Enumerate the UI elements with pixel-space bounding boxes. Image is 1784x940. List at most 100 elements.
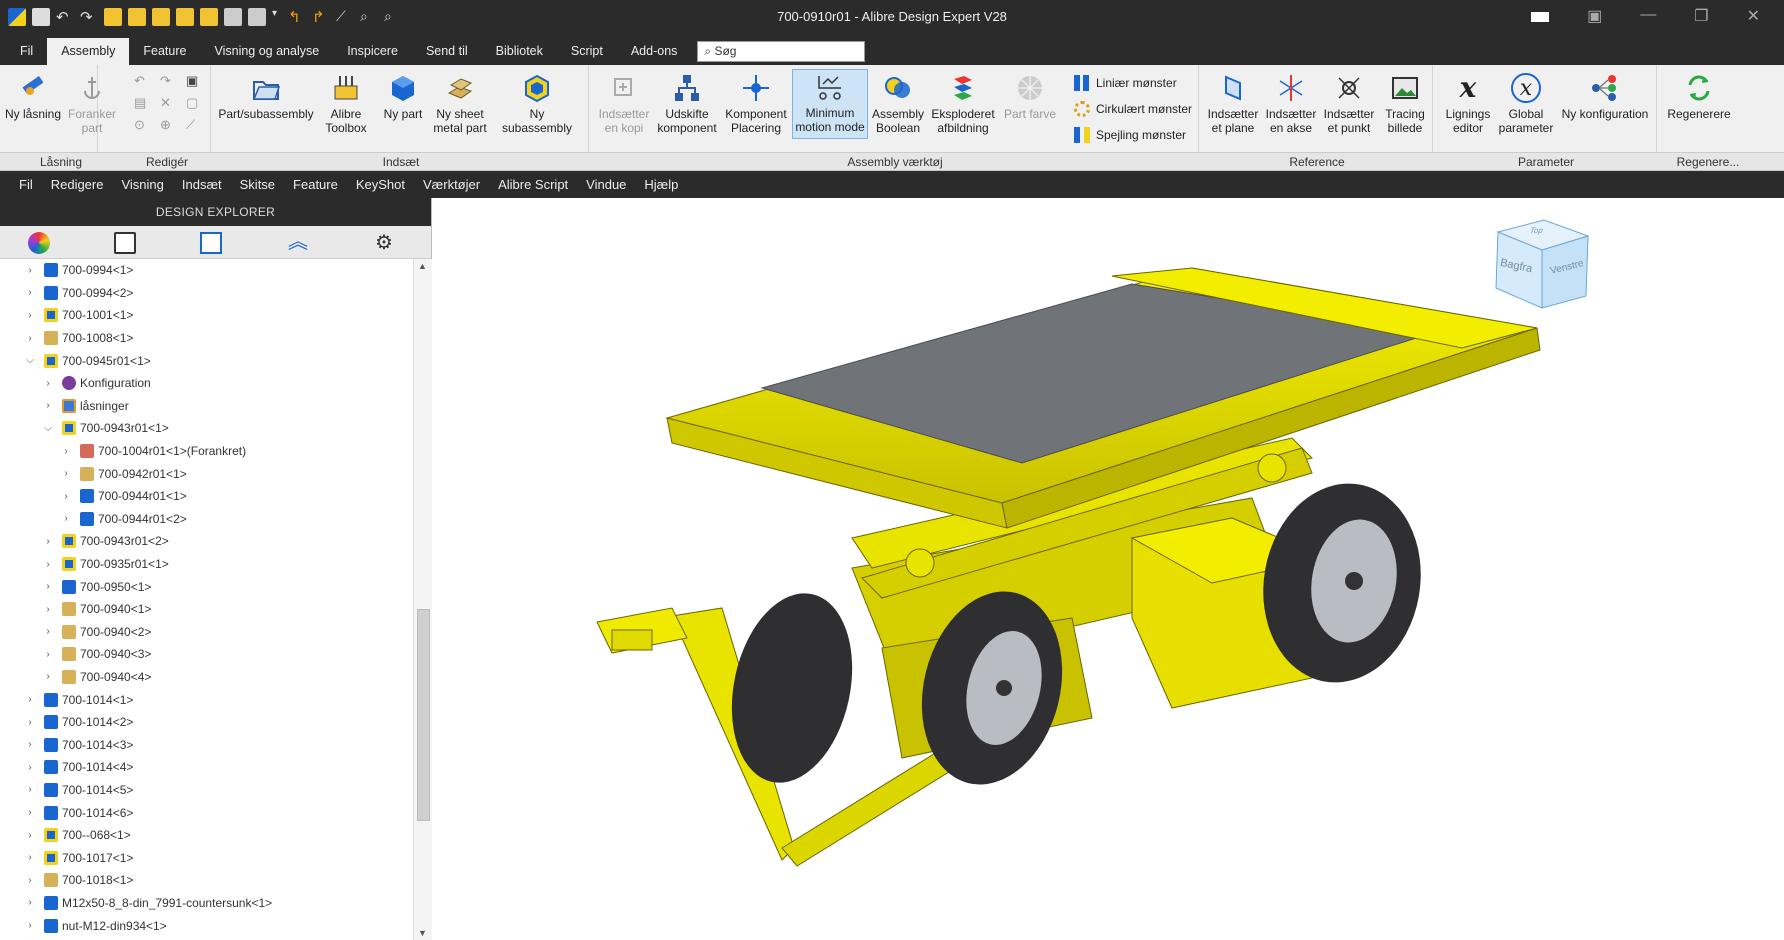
ny-konfiguration-button[interactable]: Ny konfiguration [1558, 71, 1652, 121]
chevron-right-icon[interactable]: › [24, 852, 36, 863]
tree-item[interactable]: › 700-1014<4> [0, 756, 413, 779]
chevron-right-icon[interactable]: › [42, 604, 54, 615]
view-cube[interactable]: Top Bagfra Venstre [1492, 216, 1596, 312]
chevron-right-icon[interactable]: › [60, 491, 72, 502]
chevron-right-icon[interactable]: › [24, 897, 36, 908]
tree-item[interactable]: › 700-0940<1> [0, 598, 413, 621]
tab-bibliotek[interactable]: Bibliotek [482, 38, 557, 65]
menu-visning[interactable]: Visning [112, 177, 172, 192]
collapse-all-icon[interactable]: ︽ [287, 232, 309, 254]
menu-fil[interactable]: Fil [10, 177, 42, 192]
menu-keyshot[interactable]: KeyShot [347, 177, 414, 192]
foranker-part-button[interactable]: Foranker part [64, 71, 120, 135]
chevron-right-icon[interactable]: › [42, 649, 54, 660]
tree-item[interactable]: › 700-1014<6> [0, 801, 413, 824]
undo-small-icon[interactable]: ↶ [134, 73, 156, 89]
scrollbar-thumb[interactable] [417, 609, 430, 821]
chevron-right-icon[interactable]: › [24, 762, 36, 773]
search-input[interactable]: ⌕ Søg [697, 41, 866, 62]
menu-redigere[interactable]: Redigere [42, 177, 113, 192]
indsaetter-punkt-button[interactable]: Indsætter et punkt [1322, 71, 1376, 135]
3d-viewport[interactable]: Top Bagfra Venstre [432, 198, 1784, 940]
regenerere-button[interactable]: Regenerere [1664, 71, 1734, 121]
assembly-boolean-button[interactable]: Assembly Boolean [872, 71, 924, 135]
tree-item[interactable]: › 700-1014<2> [0, 711, 413, 734]
part-subassembly-button[interactable]: Part/subassembly [218, 71, 314, 121]
tree-item[interactable]: › 700-0943r01<2> [0, 530, 413, 553]
chevron-right-icon[interactable]: › [42, 559, 54, 570]
tree-item[interactable]: › Konfiguration [0, 372, 413, 395]
layout-icon[interactable]: ▣ [1587, 6, 1602, 26]
chevron-right-icon[interactable]: › [42, 671, 54, 682]
tree-item[interactable]: › 700-1004r01<1>(Forankret) [0, 440, 413, 463]
tab-script[interactable]: Script [557, 38, 617, 65]
tree-item[interactable]: › 700-0940<2> [0, 621, 413, 644]
chevron-right-icon[interactable]: › [24, 333, 36, 344]
tree-item[interactable]: › 700-1001<1> [0, 304, 413, 327]
tree-item[interactable]: › 700-0944r01<1> [0, 485, 413, 508]
minimum-motion-mode-button[interactable]: Minimum motion mode [792, 69, 868, 139]
color-wheel-icon[interactable] [28, 232, 50, 254]
tree-item[interactable]: › 700-0942r01<1> [0, 462, 413, 485]
menu-skitse[interactable]: Skitse [231, 177, 284, 192]
find-small-icon[interactable]: ⊕ [160, 117, 182, 133]
scroll-down-icon[interactable]: ▼ [418, 928, 427, 938]
tree-item[interactable]: ⌵ 700-0945r01<1> [0, 349, 413, 372]
udskifte-komponent-button[interactable]: Udskifte komponent [654, 71, 720, 135]
copy-small-icon[interactable]: ▣ [186, 73, 208, 89]
circular-pattern-button[interactable]: Cirkulært mønster [1074, 101, 1192, 117]
tree-item[interactable]: ⌵ 700-0943r01<1> [0, 417, 413, 440]
display-panel-icon[interactable] [200, 232, 222, 254]
tree-item[interactable]: › 700-1014<5> [0, 779, 413, 802]
tree-item[interactable]: › 700-1014<1> [0, 688, 413, 711]
menu-vaerktojer[interactable]: Værktøjer [414, 177, 489, 192]
restore-icon[interactable]: ❐ [1694, 6, 1708, 26]
eksploderet-afbildning-button[interactable]: Eksploderet afbildning [928, 71, 998, 135]
chevron-right-icon[interactable]: › [42, 400, 54, 411]
chevron-right-icon[interactable]: › [24, 310, 36, 321]
tab-add-ons[interactable]: Add-ons [617, 38, 692, 65]
account-icon[interactable] [1531, 12, 1550, 22]
chevron-right-icon[interactable]: › [24, 739, 36, 750]
redo-small-icon[interactable]: ↷ [160, 73, 182, 89]
tab-inspicere[interactable]: Inspicere [333, 38, 412, 65]
tree-scrollbar[interactable]: ▲ ▼ [413, 259, 432, 940]
chevron-right-icon[interactable]: › [24, 784, 36, 795]
gear-icon[interactable]: ⚙ [373, 232, 395, 254]
tree-item[interactable]: › 700-1018<1> [0, 869, 413, 892]
tree-item[interactable]: › 700-1017<1> [0, 846, 413, 869]
ny-losning-button[interactable]: Ny låsning [4, 71, 62, 121]
mirror-pattern-button[interactable]: Spejling mønster [1074, 127, 1186, 143]
tree-item[interactable]: › låsninger [0, 395, 413, 418]
ny-part-button[interactable]: Ny part [380, 71, 426, 121]
tree-item[interactable]: › 700-0944r01<2> [0, 508, 413, 531]
scroll-up-icon[interactable]: ▲ [418, 261, 427, 271]
alibre-toolbox-button[interactable]: Alibre Toolbox [322, 71, 370, 135]
chevron-right-icon[interactable]: › [24, 287, 36, 298]
tab-fil[interactable]: Fil [6, 38, 47, 65]
tree-item[interactable]: › 700-0940<4> [0, 666, 413, 689]
menu-indsaet[interactable]: Indsæt [173, 177, 231, 192]
minimize-icon[interactable]: — [1640, 6, 1656, 26]
chevron-right-icon[interactable]: › [24, 830, 36, 841]
menu-hjaelp[interactable]: Hjælp [635, 177, 687, 192]
chevron-right-icon[interactable]: › [42, 626, 54, 637]
ny-sheet-metal-button[interactable]: Ny sheet metal part [430, 71, 490, 135]
chevron-right-icon[interactable]: › [24, 694, 36, 705]
ny-subassembly-button[interactable]: Ny subassembly [493, 71, 581, 135]
chevron-right-icon[interactable]: › [42, 581, 54, 592]
chevron-right-icon[interactable]: › [60, 513, 72, 524]
tree-item[interactable]: › 700--068<1> [0, 824, 413, 847]
settings-page-icon[interactable] [114, 232, 136, 254]
chevron-right-icon[interactable]: › [42, 536, 54, 547]
chevron-down-icon[interactable]: ⌵ [42, 423, 54, 434]
tree-item[interactable]: › M12x50-8_8-din_7991-countersunk<1> [0, 892, 413, 915]
linear-pattern-button[interactable]: Liniær mønster [1074, 75, 1177, 91]
chevron-right-icon[interactable]: › [24, 875, 36, 886]
cut-small-icon[interactable]: ▢ [186, 95, 208, 111]
chevron-right-icon[interactable]: › [60, 446, 72, 457]
tree-item[interactable]: › 700-0994<1> [0, 259, 413, 282]
pin-small-icon[interactable]: ⟋ [186, 117, 208, 133]
lignings-editor-button[interactable]: x Lignings editor [1442, 71, 1494, 136]
menu-vindue[interactable]: Vindue [577, 177, 635, 192]
